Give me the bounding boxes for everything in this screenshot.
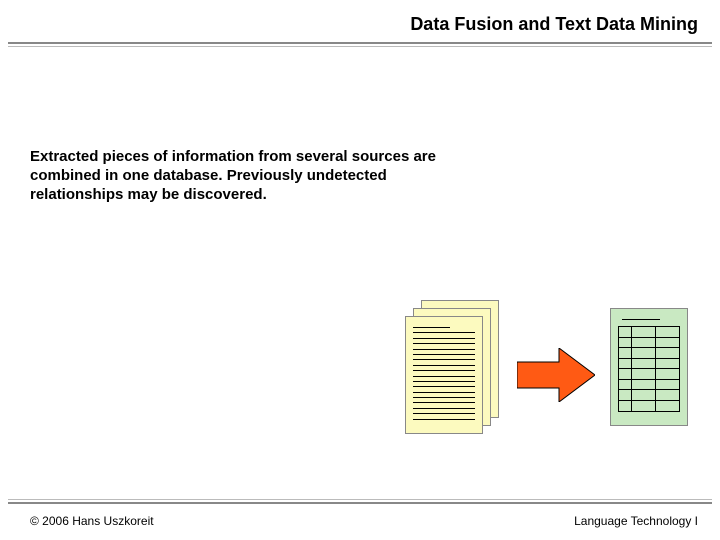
header-divider: [8, 42, 712, 47]
footer-course: Language Technology I: [574, 514, 698, 528]
arrow-right-icon: [517, 348, 595, 402]
database-table-icon: [610, 308, 688, 426]
document-page: [405, 316, 483, 434]
document-stack-icon: [405, 300, 497, 435]
diagram: [405, 300, 705, 470]
body-paragraph: Extracted pieces of information from sev…: [30, 148, 460, 204]
footer-copyright: © 2006 Hans Uszkoreit: [30, 514, 154, 528]
slide-title: Data Fusion and Text Data Mining: [410, 14, 698, 35]
footer-divider: [8, 499, 712, 504]
